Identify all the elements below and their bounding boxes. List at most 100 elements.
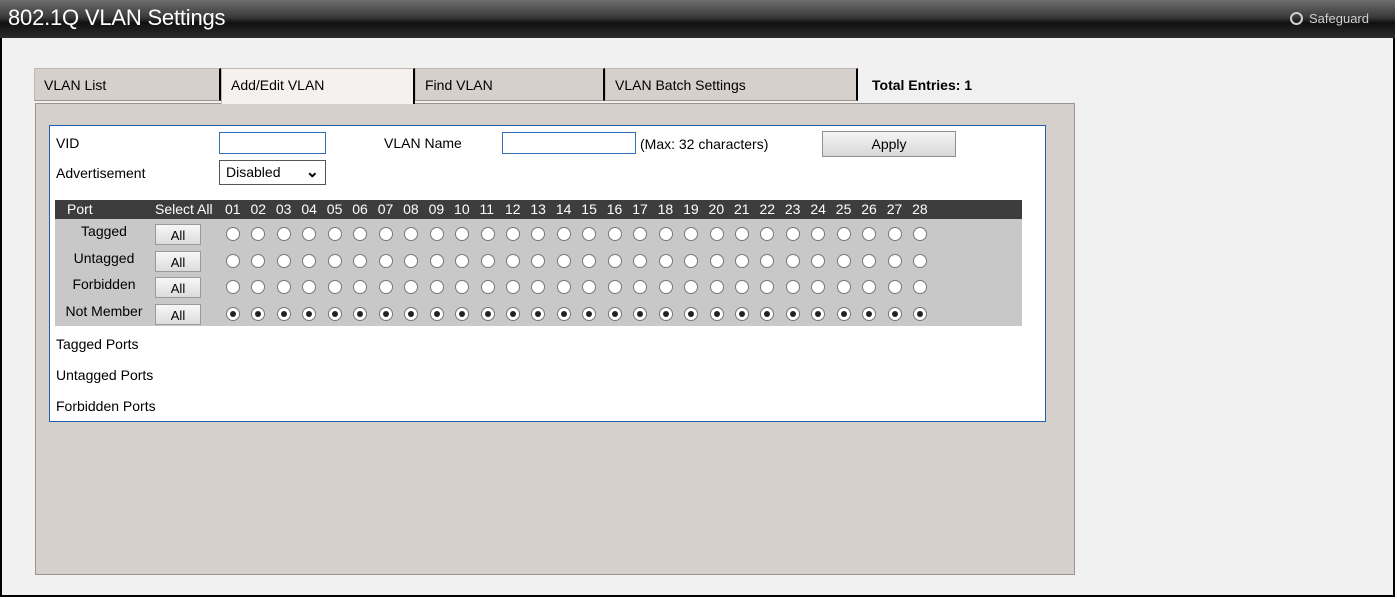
radio-forbidden-port-17[interactable] bbox=[633, 280, 648, 294]
radio-untagged-port-07[interactable] bbox=[378, 253, 393, 268]
radio-forbidden-port-16[interactable] bbox=[607, 280, 622, 294]
radio-not-member-port-03[interactable] bbox=[276, 306, 291, 321]
radio-not-member-port-19[interactable] bbox=[684, 306, 699, 321]
radio-tagged-port-18[interactable] bbox=[658, 227, 673, 241]
radio-not-member-port-15[interactable] bbox=[582, 306, 597, 321]
radio-tagged-port-09[interactable] bbox=[429, 227, 444, 241]
radio-untagged-port-15[interactable] bbox=[582, 253, 597, 268]
radio-forbidden-port-06[interactable] bbox=[353, 280, 368, 294]
apply-button[interactable]: Apply bbox=[822, 131, 956, 157]
radio-forbidden-port-26[interactable] bbox=[862, 280, 877, 294]
radio-not-member-port-06[interactable] bbox=[353, 306, 368, 321]
radio-not-member-port-12[interactable] bbox=[505, 306, 520, 321]
radio-tagged-port-20[interactable] bbox=[709, 227, 724, 241]
radio-tagged-port-13[interactable] bbox=[531, 227, 546, 241]
tab-vlan-batch-settings[interactable]: VLAN Batch Settings bbox=[605, 68, 858, 101]
advertisement-select[interactable]: Disabled ⌄ bbox=[219, 160, 326, 185]
radio-untagged-port-06[interactable] bbox=[353, 253, 368, 268]
radio-untagged-port-03[interactable] bbox=[276, 253, 291, 268]
radio-untagged-port-17[interactable] bbox=[633, 253, 648, 268]
radio-tagged-port-17[interactable] bbox=[633, 227, 648, 241]
radio-untagged-port-10[interactable] bbox=[455, 253, 470, 268]
radio-not-member-port-09[interactable] bbox=[429, 306, 444, 321]
radio-tagged-port-16[interactable] bbox=[607, 227, 622, 241]
radio-tagged-port-21[interactable] bbox=[735, 227, 749, 241]
radio-tagged-port-15[interactable] bbox=[582, 227, 597, 241]
radio-untagged-port-25[interactable] bbox=[836, 253, 851, 268]
radio-untagged-port-13[interactable] bbox=[531, 253, 546, 268]
radio-tagged-port-04[interactable] bbox=[302, 227, 317, 241]
tab-vlan-list[interactable]: VLAN List bbox=[34, 68, 221, 101]
radio-tagged-port-12[interactable] bbox=[505, 227, 520, 241]
radio-not-member-port-13[interactable] bbox=[531, 306, 546, 321]
radio-not-member-port-05[interactable] bbox=[327, 306, 342, 321]
radio-untagged-port-16[interactable] bbox=[607, 253, 622, 268]
radio-tagged-port-05[interactable] bbox=[327, 227, 342, 241]
radio-untagged-port-11[interactable] bbox=[480, 253, 495, 268]
radio-tagged-port-19[interactable] bbox=[684, 227, 699, 241]
radio-untagged-port-26[interactable] bbox=[862, 253, 877, 268]
select-all-forbidden-button[interactable]: All bbox=[155, 277, 201, 298]
radio-untagged-port-28[interactable] bbox=[913, 253, 928, 268]
radio-tagged-port-24[interactable] bbox=[811, 227, 826, 241]
radio-not-member-port-28[interactable] bbox=[913, 306, 928, 321]
radio-not-member-port-21[interactable] bbox=[735, 306, 749, 321]
radio-untagged-port-04[interactable] bbox=[302, 253, 317, 268]
radio-forbidden-port-01[interactable] bbox=[226, 280, 240, 294]
radio-untagged-port-14[interactable] bbox=[556, 253, 571, 268]
radio-untagged-port-05[interactable] bbox=[327, 253, 342, 268]
radio-tagged-port-14[interactable] bbox=[556, 227, 571, 241]
select-all-tagged-button[interactable]: All bbox=[155, 224, 201, 245]
radio-tagged-port-02[interactable] bbox=[251, 227, 266, 241]
radio-forbidden-port-07[interactable] bbox=[378, 280, 393, 294]
radio-untagged-port-19[interactable] bbox=[684, 253, 699, 268]
select-all-not-member-button[interactable]: All bbox=[155, 303, 201, 325]
select-all-untagged-button[interactable]: All bbox=[155, 250, 201, 272]
radio-forbidden-port-03[interactable] bbox=[276, 280, 291, 294]
vlan-name-input[interactable] bbox=[502, 132, 636, 154]
radio-tagged-port-11[interactable] bbox=[480, 227, 495, 241]
radio-untagged-port-22[interactable] bbox=[760, 253, 775, 268]
vid-input[interactable] bbox=[219, 132, 326, 154]
radio-not-member-port-02[interactable] bbox=[251, 306, 266, 321]
radio-forbidden-port-23[interactable] bbox=[785, 280, 800, 294]
radio-tagged-port-23[interactable] bbox=[785, 227, 800, 241]
radio-forbidden-port-05[interactable] bbox=[327, 280, 342, 294]
radio-tagged-port-06[interactable] bbox=[353, 227, 368, 241]
tab-add-edit-vlan[interactable]: Add/Edit VLAN bbox=[221, 68, 415, 104]
radio-tagged-port-10[interactable] bbox=[455, 227, 470, 241]
radio-untagged-port-24[interactable] bbox=[811, 253, 826, 268]
radio-untagged-port-23[interactable] bbox=[785, 253, 800, 268]
radio-not-member-port-18[interactable] bbox=[658, 306, 673, 321]
radio-tagged-port-07[interactable] bbox=[378, 227, 393, 241]
radio-untagged-port-12[interactable] bbox=[505, 253, 520, 268]
radio-not-member-port-04[interactable] bbox=[302, 306, 317, 321]
radio-not-member-port-08[interactable] bbox=[404, 306, 419, 321]
radio-not-member-port-01[interactable] bbox=[226, 306, 240, 321]
radio-forbidden-port-04[interactable] bbox=[302, 280, 317, 294]
radio-not-member-port-25[interactable] bbox=[836, 306, 851, 321]
radio-untagged-port-18[interactable] bbox=[658, 253, 673, 268]
radio-tagged-port-28[interactable] bbox=[913, 227, 928, 241]
radio-forbidden-port-21[interactable] bbox=[735, 280, 749, 294]
safeguard-indicator[interactable]: Safeguard bbox=[1290, 11, 1369, 26]
radio-untagged-port-09[interactable] bbox=[429, 253, 444, 268]
radio-not-member-port-14[interactable] bbox=[556, 306, 571, 321]
radio-forbidden-port-12[interactable] bbox=[505, 280, 520, 294]
tab-find-vlan[interactable]: Find VLAN bbox=[415, 68, 605, 101]
radio-not-member-port-26[interactable] bbox=[862, 306, 877, 321]
radio-tagged-port-26[interactable] bbox=[862, 227, 877, 241]
radio-not-member-port-20[interactable] bbox=[709, 306, 724, 321]
radio-forbidden-port-27[interactable] bbox=[887, 280, 902, 294]
radio-tagged-port-22[interactable] bbox=[760, 227, 775, 241]
radio-forbidden-port-08[interactable] bbox=[404, 280, 419, 294]
radio-forbidden-port-02[interactable] bbox=[251, 280, 266, 294]
radio-forbidden-port-13[interactable] bbox=[531, 280, 546, 294]
radio-tagged-port-25[interactable] bbox=[836, 227, 851, 241]
radio-not-member-port-22[interactable] bbox=[760, 306, 775, 321]
radio-forbidden-port-24[interactable] bbox=[811, 280, 826, 294]
radio-not-member-port-16[interactable] bbox=[607, 306, 622, 321]
radio-untagged-port-02[interactable] bbox=[251, 253, 266, 268]
radio-untagged-port-21[interactable] bbox=[735, 253, 749, 268]
radio-forbidden-port-10[interactable] bbox=[455, 280, 470, 294]
